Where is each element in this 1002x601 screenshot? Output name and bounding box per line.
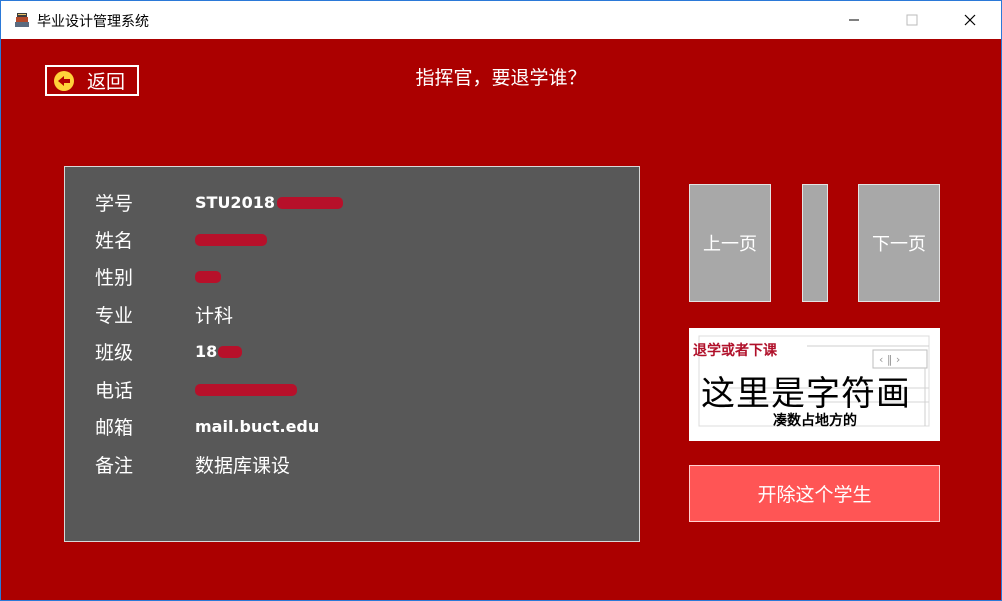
field-major: 专业 计科 bbox=[95, 299, 233, 329]
minimize-button[interactable] bbox=[825, 1, 883, 39]
picture-subcaption: 退学或者下课 bbox=[693, 343, 777, 359]
field-value bbox=[195, 230, 267, 249]
redaction-mark bbox=[195, 384, 297, 396]
field-value: 计科 bbox=[195, 304, 234, 327]
middle-button[interactable] bbox=[802, 184, 828, 302]
field-label: 备注 bbox=[95, 454, 134, 477]
field-value bbox=[195, 380, 297, 399]
minimize-icon bbox=[849, 19, 859, 21]
field-label: 班级 bbox=[95, 341, 134, 364]
redaction-mark bbox=[195, 271, 221, 283]
field-label: 学号 bbox=[95, 192, 134, 215]
back-button[interactable]: 返回 bbox=[45, 65, 139, 96]
next-page-button[interactable]: 下一页 bbox=[858, 184, 940, 302]
client-area: 返回 指挥官，要退学谁？ 学号 STU2018 姓名 性别 专业 计科 班级 1… bbox=[1, 39, 1001, 600]
field-class: 班级 18 bbox=[95, 336, 243, 366]
app-icon bbox=[15, 13, 29, 27]
redaction-mark bbox=[218, 346, 243, 358]
maximize-icon bbox=[906, 14, 918, 26]
field-phone: 电话 bbox=[95, 374, 297, 404]
student-info-card: 学号 STU2018 姓名 性别 专业 计科 班级 18 电话 邮箱 mail.… bbox=[64, 166, 640, 542]
field-value: 18 bbox=[195, 342, 243, 361]
app-window: 毕业设计管理系统 返回 指挥官，要退学谁？ 学号 STU2018 姓名 性别 专… bbox=[0, 0, 1002, 601]
field-value bbox=[195, 267, 221, 286]
page-prompt: 指挥官，要退学谁？ bbox=[415, 67, 587, 89]
redaction-mark bbox=[195, 234, 267, 246]
back-label: 返回 bbox=[87, 71, 126, 93]
window-title: 毕业设计管理系统 bbox=[37, 14, 149, 30]
title-bar[interactable]: 毕业设计管理系统 bbox=[1, 1, 1001, 39]
redaction-mark bbox=[276, 197, 343, 209]
field-remark: 备注 数据库课设 bbox=[95, 449, 290, 479]
arrow-left-icon bbox=[54, 70, 74, 91]
field-student-id: 学号 STU2018 bbox=[95, 187, 343, 217]
field-gender: 性别 bbox=[95, 261, 221, 291]
field-label: 专业 bbox=[95, 304, 134, 327]
field-email: 邮箱 mail.buct.edu bbox=[95, 411, 319, 441]
maximize-button[interactable] bbox=[883, 1, 941, 39]
field-value: 数据库课设 bbox=[195, 454, 291, 477]
field-value: STU2018 bbox=[195, 193, 343, 212]
prev-page-button[interactable]: 上一页 bbox=[689, 184, 771, 302]
field-label: 邮箱 bbox=[95, 416, 134, 439]
close-button[interactable] bbox=[941, 1, 999, 39]
picture-bottom-caption: 凑数占地方的 bbox=[773, 413, 857, 429]
field-label: 电话 bbox=[95, 379, 134, 402]
field-name: 姓名 bbox=[95, 224, 267, 254]
expel-student-button[interactable]: 开除这个学生 bbox=[689, 465, 940, 522]
close-icon bbox=[964, 14, 976, 26]
picture-main-caption: 这里是字符画 bbox=[701, 374, 911, 414]
ascii-art-picture: ‹ ‖ › 退学或者下课 这里是字符画 凑数占地方的 bbox=[689, 328, 940, 441]
svg-text:‹ ‖ ›: ‹ ‖ › bbox=[879, 353, 900, 366]
field-label: 姓名 bbox=[95, 229, 134, 252]
field-label: 性别 bbox=[95, 266, 134, 289]
field-value: mail.buct.edu bbox=[195, 416, 320, 436]
